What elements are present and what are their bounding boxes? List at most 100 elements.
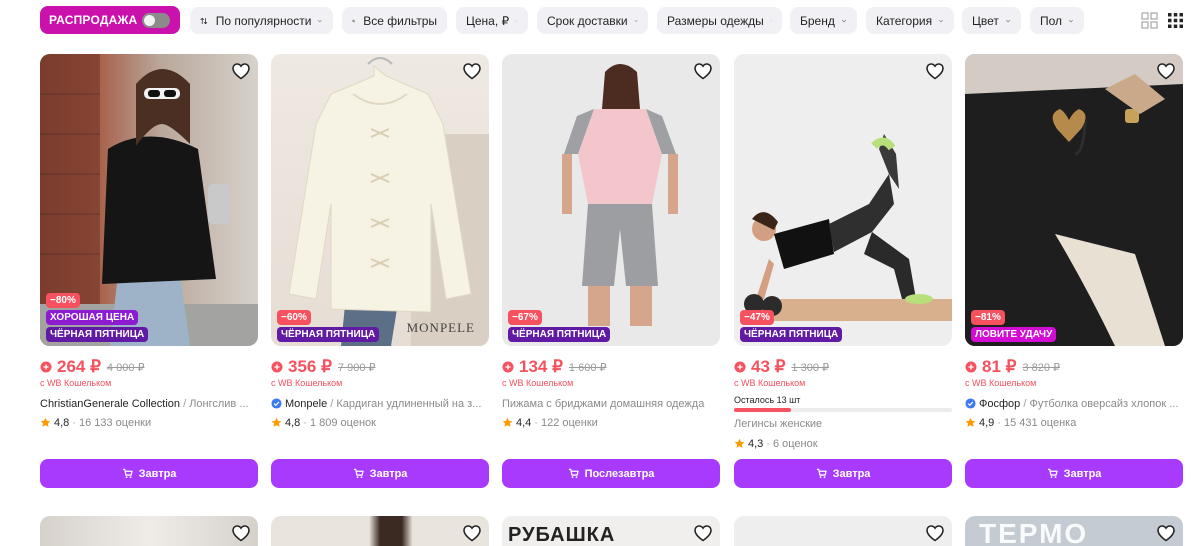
product-card-preview[interactable]: РУБАШКА: [502, 516, 720, 546]
old-price: 1 300 ₽: [791, 361, 830, 374]
product-card-preview[interactable]: [271, 516, 489, 546]
black-friday-badge: ЧЁРНАЯ ПЯТНИЦА: [46, 327, 149, 342]
wallet-note: с WB Кошельком: [40, 378, 112, 388]
add-to-cart-button[interactable]: Завтра: [965, 459, 1183, 488]
heart-icon[interactable]: [924, 60, 946, 82]
heart-icon[interactable]: [692, 522, 714, 544]
star-icon: [502, 417, 513, 427]
wallet-note: с WB Кошельком: [734, 378, 806, 388]
product-card-preview[interactable]: [734, 516, 952, 546]
heart-icon[interactable]: [230, 60, 252, 82]
gender-dropdown[interactable]: Пол: [1030, 7, 1084, 34]
product-card-preview[interactable]: [40, 516, 258, 546]
product-title[interactable]: Monpele / Кардиган удлиненный на з...: [271, 396, 489, 411]
grid-large-view-icon[interactable]: [1141, 12, 1158, 29]
heart-icon[interactable]: [1155, 522, 1177, 544]
add-to-cart-button[interactable]: Завтра: [40, 459, 258, 488]
cart-icon: [816, 468, 827, 479]
price-row: 134 ₽ 1 600 ₽: [502, 357, 720, 376]
brand-name: Фосфор: [979, 397, 1021, 410]
photo-placeholder: [288, 57, 489, 346]
product-name: Лонгслив ...: [189, 397, 249, 410]
product-card[interactable]: MONPELE −60% ЧЁРНАЯ ПЯТНИЦА 356 ₽ 7 900 …: [271, 54, 489, 430]
sale-toggle[interactable]: [142, 13, 170, 28]
grid-small-view-icon[interactable]: [1167, 12, 1184, 29]
delivery-filter-label: Срок доставки: [547, 13, 628, 28]
review-count: 122 оценки: [540, 416, 598, 429]
sort-icon: [200, 17, 208, 24]
black-friday-badge: ЧЁРНАЯ ПЯТНИЦА: [277, 327, 380, 342]
cart-icon: [122, 468, 133, 479]
discount-badge: −67%: [508, 310, 542, 325]
rating: 4,8 · 1 809 оценок: [271, 415, 489, 430]
color-filter-label: Цвет: [972, 13, 999, 28]
add-to-cart-button[interactable]: Послезавтра: [502, 459, 720, 488]
price-dropdown[interactable]: Цена, ₽: [456, 7, 528, 34]
badge-group: −67% ЧЁРНАЯ ПЯТНИЦА: [508, 310, 611, 342]
photo-placeholder: [562, 64, 678, 326]
discount-badge: −47%: [740, 310, 774, 325]
chevron-down-icon: [515, 19, 518, 22]
product-card[interactable]: −81% ЛОВИТЕ УДАЧУ 81 ₽ 3 820 ₽ с WB Коше…: [965, 54, 1183, 430]
sizes-filter-label: Размеры одежды: [667, 13, 764, 28]
price-row: 81 ₽ 3 820 ₽: [965, 357, 1183, 376]
delivery-label: Завтра: [1063, 467, 1102, 480]
add-to-cart-button[interactable]: Завтра: [734, 459, 952, 488]
heart-icon[interactable]: [230, 522, 252, 544]
delivery-label: Послезавтра: [584, 467, 655, 480]
heart-icon[interactable]: [1155, 60, 1177, 82]
product-card[interactable]: −80% ХОРОШАЯ ЦЕНА ЧЁРНАЯ ПЯТНИЦА 264 ₽ 4…: [40, 54, 258, 430]
good-price-badge: ХОРОШАЯ ЦЕНА: [46, 310, 139, 325]
rating-dot: ·: [534, 416, 538, 429]
category-dropdown[interactable]: Категория: [866, 7, 954, 34]
rating-dot: ·: [303, 416, 307, 429]
all-filters-button[interactable]: Все фильтры: [342, 7, 447, 34]
rating-dot: ·: [766, 437, 770, 450]
discount-badge: −80%: [46, 293, 80, 308]
sort-dropdown[interactable]: По популярности: [190, 7, 333, 34]
delivery-label: Завтра: [369, 467, 408, 480]
delivery-label: Завтра: [832, 467, 871, 480]
delivery-dropdown[interactable]: Срок доставки: [537, 7, 648, 34]
add-to-cart-button[interactable]: Завтра: [271, 459, 489, 488]
product-title[interactable]: Пижама с бриджами домашняя одежда: [502, 396, 720, 411]
sale-toggle-chip[interactable]: РАСПРОДАЖА: [40, 6, 180, 34]
wallet-icon: [502, 361, 514, 373]
brand-dropdown[interactable]: Бренд: [790, 7, 857, 34]
rating-value: 4,9: [979, 416, 995, 429]
rating-value: 4,8: [285, 416, 301, 429]
product-card[interactable]: −47% ЧЁРНАЯ ПЯТНИЦА 43 ₽ 1 300 ₽ с WB Ко…: [734, 54, 952, 451]
product-title[interactable]: ChristianGenerale Collection / Лонгслив …: [40, 396, 258, 411]
sizes-dropdown[interactable]: Размеры одежды: [657, 7, 782, 34]
review-count: 15 431 оценка: [1003, 416, 1077, 429]
product-image[interactable]: MONPELE −60% ЧЁРНАЯ ПЯТНИЦА: [271, 54, 489, 346]
heart-icon[interactable]: [924, 522, 946, 544]
verified-brand-icon: [271, 398, 282, 409]
heart-icon[interactable]: [461, 60, 483, 82]
heart-icon[interactable]: [692, 60, 714, 82]
color-dropdown[interactable]: Цвет: [962, 7, 1021, 34]
product-image[interactable]: −80% ХОРОШАЯ ЦЕНА ЧЁРНАЯ ПЯТНИЦА: [40, 54, 258, 346]
heart-icon[interactable]: [461, 522, 483, 544]
product-card-preview[interactable]: ТЕРМО: [965, 516, 1183, 546]
product-image[interactable]: −67% ЧЁРНАЯ ПЯТНИЦА: [502, 54, 720, 346]
rating-dot: ·: [72, 416, 76, 429]
rating-value: 4,8: [54, 416, 70, 429]
badge-group: −47% ЧЁРНАЯ ПЯТНИЦА: [740, 310, 843, 342]
star-icon: [40, 417, 51, 427]
product-title[interactable]: Фосфор / Футболка оверсайз хлопок ...: [965, 396, 1183, 411]
product-name[interactable]: Легинсы женские: [734, 418, 952, 432]
brand-filter-label: Бренд: [800, 13, 835, 28]
product-card[interactable]: −67% ЧЁРНАЯ ПЯТНИЦА 134 ₽ 1 600 ₽ с WB К…: [502, 54, 720, 430]
star-icon: [734, 438, 745, 448]
wallet-icon: [40, 361, 52, 373]
product-image[interactable]: −81% ЛОВИТЕ УДАЧУ: [965, 54, 1183, 346]
rating-value: 4,3: [748, 437, 764, 450]
preview-image-text: ТЕРМО: [979, 518, 1089, 546]
current-price: 356 ₽: [288, 357, 332, 376]
title-separator: /: [1020, 397, 1030, 410]
category-filter-label: Категория: [876, 13, 933, 28]
product-image[interactable]: −47% ЧЁРНАЯ ПЯТНИЦА: [734, 54, 952, 346]
rating-value: 4,4: [516, 416, 532, 429]
cart-icon: [1047, 468, 1058, 479]
